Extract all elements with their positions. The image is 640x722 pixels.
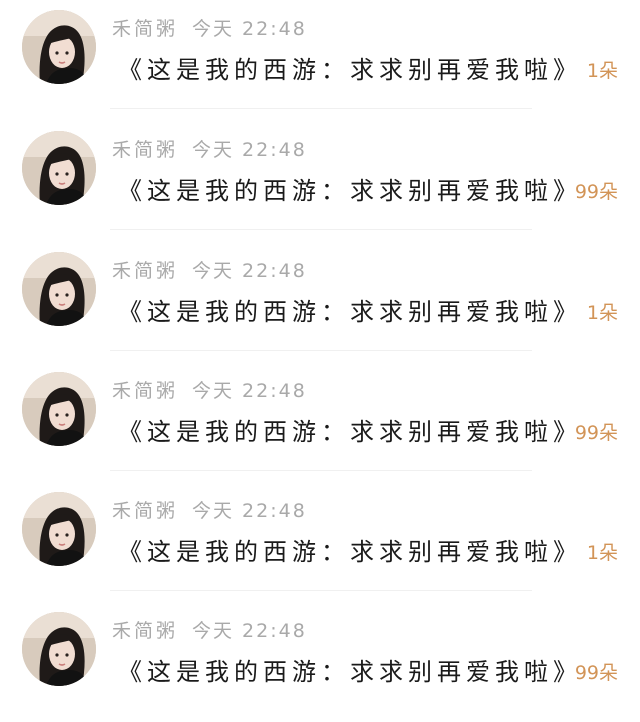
avatar-photo-icon [22,131,96,205]
timestamp: 今天 22:48 [192,500,307,522]
divider [110,350,532,351]
flower-count: 1朵 [586,60,618,82]
comment-title[interactable]: 《这是我的西游：求求别再爱我啦》 [118,50,582,90]
username[interactable]: 禾简粥 [112,380,178,402]
avatar[interactable] [22,612,96,686]
username[interactable]: 禾简粥 [112,18,178,40]
timestamp: 今天 22:48 [192,260,307,282]
comment-title[interactable]: 《这是我的西游：求求别再爱我啦》 [118,171,582,211]
avatar[interactable] [22,10,96,84]
username[interactable]: 禾简粥 [112,620,178,642]
comment-meta: 禾简粥 今天 22:48 [112,256,307,286]
username[interactable]: 禾简粥 [112,260,178,282]
avatar-photo-icon [22,492,96,566]
flower-count: 1朵 [586,302,618,324]
comment-meta: 禾简粥 今天 22:48 [112,496,307,526]
comment-item[interactable]: 禾简粥 今天 22:48 《这是我的西游：求求别再爱我啦》 99朵 [0,602,640,722]
timestamp: 今天 22:48 [192,139,307,161]
comment-meta: 禾简粥 今天 22:48 [112,616,307,646]
flower-count: 99朵 [574,662,618,684]
avatar[interactable] [22,131,96,205]
divider [110,229,532,230]
comment-title[interactable]: 《这是我的西游：求求别再爱我啦》 [118,412,582,452]
timestamp: 今天 22:48 [192,620,307,642]
timestamp: 今天 22:48 [192,380,307,402]
username[interactable]: 禾简粥 [112,139,178,161]
comment-item[interactable]: 禾简粥 今天 22:48 《这是我的西游：求求别再爱我啦》 1朵 [0,482,640,602]
comment-list: 禾简粥 今天 22:48 《这是我的西游：求求别再爱我啦》 1朵 禾简粥 今天 22… [0,0,640,712]
avatar[interactable] [22,252,96,326]
avatar[interactable] [22,492,96,566]
avatar-photo-icon [22,372,96,446]
divider [110,108,532,109]
avatar[interactable] [22,372,96,446]
avatar-photo-icon [22,252,96,326]
comment-item[interactable]: 禾简粥 今天 22:48 《这是我的西游：求求别再爱我啦》 1朵 [0,0,640,120]
comment-item[interactable]: 禾简粥 今天 22:48 《这是我的西游：求求别再爱我啦》 1朵 [0,242,640,362]
comment-meta: 禾简粥 今天 22:48 [112,135,307,165]
comment-title[interactable]: 《这是我的西游：求求别再爱我啦》 [118,652,582,692]
divider [110,470,532,471]
avatar-photo-icon [22,10,96,84]
username[interactable]: 禾简粥 [112,500,178,522]
divider [110,590,532,591]
comment-title[interactable]: 《这是我的西游：求求别再爱我啦》 [118,292,582,332]
flower-count: 1朵 [586,542,618,564]
flower-count: 99朵 [574,181,618,203]
flower-count: 99朵 [574,422,618,444]
comment-title[interactable]: 《这是我的西游：求求别再爱我啦》 [118,532,582,572]
avatar-photo-icon [22,612,96,686]
comment-item[interactable]: 禾简粥 今天 22:48 《这是我的西游：求求别再爱我啦》 99朵 [0,121,640,241]
timestamp: 今天 22:48 [192,18,307,40]
comment-item[interactable]: 禾简粥 今天 22:48 《这是我的西游：求求别再爱我啦》 99朵 [0,362,640,482]
comment-meta: 禾简粥 今天 22:48 [112,14,307,44]
comment-meta: 禾简粥 今天 22:48 [112,376,307,406]
